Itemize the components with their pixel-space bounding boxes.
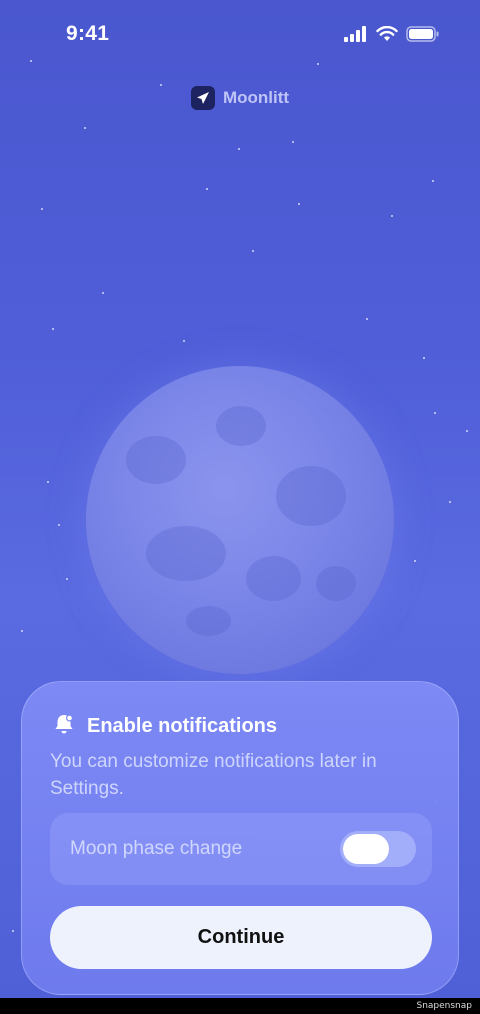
status-icons [344, 25, 440, 47]
app-name: Moonlitt [222, 88, 290, 107]
moon-illustration [86, 366, 394, 674]
sheet-title: Enable notifications [87, 715, 278, 737]
app-screen: 9:41 Moonlitt Enable notifications You c… [0, 0, 480, 998]
battery-icon [406, 26, 440, 47]
sheet-header: Enable notifications [53, 713, 277, 740]
bell-badge-icon [53, 713, 75, 740]
moon-phase-toggle-row[interactable]: Moon phase change [50, 813, 432, 885]
moon-phase-toggle[interactable] [340, 831, 416, 867]
footer-bar: Snapensnap [0, 998, 480, 1014]
status-bar: 9:41 [0, 0, 480, 70]
notification-permission-sheet: Enable notifications You can customize n… [21, 681, 459, 995]
app-logo-icon [190, 86, 215, 110]
continue-button[interactable]: Continue [50, 906, 432, 969]
cellular-signal-icon [344, 26, 368, 47]
status-time: 9:41 [66, 22, 110, 45]
watermark-text: Snapensnap [416, 1001, 472, 1011]
toggle-label: Moon phase change [70, 838, 243, 859]
app-brand: Moonlitt [0, 86, 480, 110]
wifi-icon [376, 25, 398, 47]
sheet-description: You can customize notifications later in… [50, 751, 377, 799]
toggle-knob [343, 834, 389, 864]
